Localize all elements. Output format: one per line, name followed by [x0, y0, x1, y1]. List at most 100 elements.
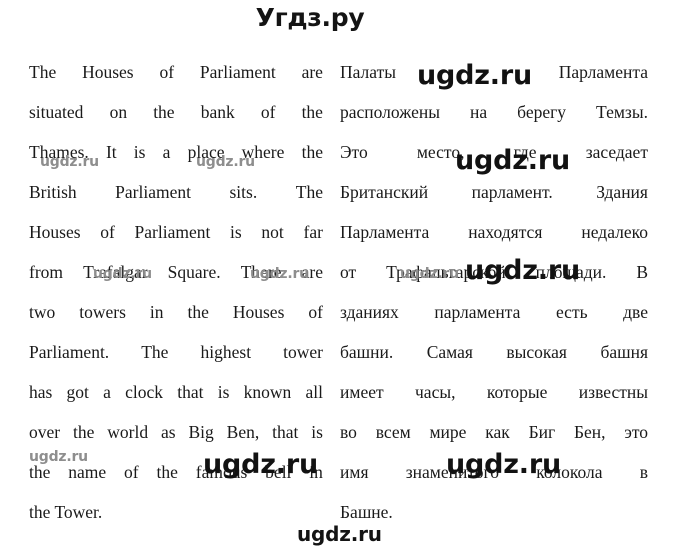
word: in	[309, 462, 323, 482]
text-line: расположены на берегу Темзы.	[340, 92, 648, 132]
text-line: the Tower.	[29, 502, 103, 522]
word: Houses	[29, 222, 81, 242]
word: парламента	[434, 302, 521, 322]
word: on	[109, 102, 128, 122]
word: Ben,	[226, 422, 260, 442]
word: от	[340, 262, 357, 282]
word: Square.	[167, 262, 221, 282]
word: Самая	[426, 342, 473, 362]
word: в	[639, 462, 648, 482]
word: as	[161, 422, 176, 442]
word: that	[272, 422, 299, 442]
word: British	[29, 182, 77, 202]
word: clock	[125, 382, 164, 402]
word: Houses	[82, 62, 134, 82]
word: The	[29, 62, 57, 82]
word: Темзы.	[596, 102, 648, 122]
word: is	[217, 382, 230, 402]
text-line: от Трафальгарской площади. В	[340, 252, 648, 292]
word: known	[243, 382, 292, 402]
word: place	[187, 142, 225, 162]
word: a	[162, 142, 171, 162]
word: the	[29, 462, 51, 482]
word: Палаты	[340, 62, 397, 82]
word: The	[141, 342, 169, 362]
text-line: Parliament. The highest tower	[29, 332, 323, 372]
text-line: British Parliament sits. The	[29, 172, 323, 212]
word: имя	[340, 462, 369, 482]
word: tower	[283, 342, 323, 362]
word: В	[636, 262, 648, 282]
word: highest	[200, 342, 252, 362]
word: is	[311, 422, 323, 442]
word: not	[261, 222, 284, 242]
word: на	[469, 102, 488, 122]
word: are	[301, 62, 323, 82]
word: of	[260, 102, 276, 122]
text-line: Башне.	[340, 502, 393, 522]
word: is	[230, 222, 242, 242]
word: the	[187, 302, 209, 322]
word: got	[66, 382, 89, 402]
word: from	[29, 262, 64, 282]
text-line: situated on the bank of the	[29, 92, 323, 132]
text-line: Палаты Парламента	[340, 52, 648, 92]
word: over	[29, 422, 61, 442]
text-line: over the world as Big Ben, that is	[29, 412, 323, 452]
word: как	[485, 422, 510, 442]
word: the	[301, 142, 323, 162]
word: недалеко	[581, 222, 648, 242]
word: the	[301, 102, 323, 122]
text-line: the name of the famous bell in	[29, 452, 323, 492]
text-line: имя знаменитого колокола в	[340, 452, 648, 492]
text-line: башни. Самая высокая башня	[340, 332, 648, 372]
word: имеет	[340, 382, 384, 402]
word: часы,	[415, 382, 456, 402]
word: of	[159, 62, 175, 82]
word: in	[149, 302, 164, 322]
word: Парламента	[340, 222, 430, 242]
word: находятся	[468, 222, 543, 242]
text-line: Houses of Parliament is not far	[29, 212, 323, 252]
word: all	[305, 382, 324, 402]
word: расположены	[340, 102, 440, 122]
word: a	[103, 382, 111, 402]
text-line: from Trafalgar Square. There are	[29, 252, 323, 292]
word: место,	[416, 142, 465, 162]
text-line: two towers in the Houses of	[29, 292, 323, 332]
word: Трафальгарской	[386, 262, 506, 282]
text-line: имеет часы, которые известны	[340, 372, 648, 412]
text-line: Британский парламент. Здания	[340, 172, 648, 212]
word: всем	[375, 422, 411, 442]
word: towers	[79, 302, 126, 322]
word: Parliament	[199, 62, 276, 82]
word: sits.	[229, 182, 258, 202]
word: is	[133, 142, 146, 162]
word: It	[105, 142, 117, 162]
word: Big	[188, 422, 214, 442]
word: world	[107, 422, 149, 442]
word: has	[29, 382, 53, 402]
word: Это	[340, 142, 368, 162]
word: башня	[600, 342, 648, 362]
word: известны	[578, 382, 648, 402]
word: Parliament	[134, 222, 211, 242]
text-line: Thames. It is a place where the	[29, 132, 323, 172]
word: name	[68, 462, 107, 482]
word: The	[295, 182, 323, 202]
word: высокая	[506, 342, 567, 362]
word: that	[177, 382, 204, 402]
word: Parliament.	[29, 342, 110, 362]
word: берегу	[517, 102, 567, 122]
word: площади.	[535, 262, 607, 282]
word: the	[73, 422, 95, 442]
word: парламент.	[471, 182, 553, 202]
text-line: Это место, где заседает	[340, 132, 648, 172]
word: Houses	[232, 302, 285, 322]
text-line: The Houses of Parliament are	[29, 52, 323, 92]
russian-text-column: Палаты Парламента расположены на берегу Темзы…	[340, 52, 648, 532]
word: famous	[195, 462, 248, 482]
text-line: зданиях парламента есть две	[340, 292, 648, 332]
word: There	[240, 262, 282, 282]
word: колокола	[536, 462, 603, 482]
